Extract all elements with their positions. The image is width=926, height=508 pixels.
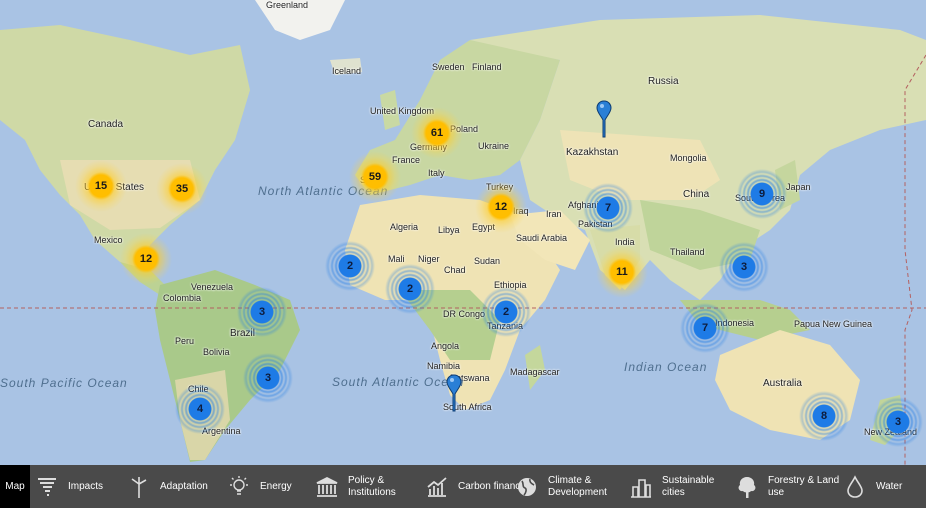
- marker-cluster[interactable]: 3: [718, 241, 770, 293]
- institution-icon: [314, 474, 340, 500]
- toolbar-item-label: Impacts: [68, 480, 104, 492]
- toolbar-item-finance-chart[interactable]: Carbon finance: [424, 465, 526, 508]
- cluster-count: 61: [430, 127, 444, 139]
- toolbar-item-label: Sustainable cities: [662, 474, 715, 498]
- finance-chart-icon: [424, 474, 450, 500]
- wind-turbine-icon: [126, 474, 152, 500]
- toolbar-item-label: Climate & Development: [548, 474, 607, 498]
- water-drop-icon: [842, 474, 868, 500]
- toolbar-item-city[interactable]: Sustainable cities: [628, 465, 734, 508]
- category-toolbar: Map Impacts Adaptation Energy Policy & Insti…: [0, 465, 926, 508]
- tree-icon: [734, 474, 760, 500]
- cluster-count: 12: [494, 201, 508, 213]
- cluster-count: 2: [502, 306, 510, 318]
- toolbar-item-label: Map: [5, 480, 25, 492]
- toolbar-item-tornado[interactable]: Impacts: [34, 465, 103, 508]
- marker-cluster[interactable]: 12: [120, 233, 172, 285]
- tornado-icon: [34, 474, 60, 500]
- cluster-count: 15: [94, 180, 108, 192]
- cluster-count: 3: [740, 261, 748, 273]
- globe-icon: [514, 474, 540, 500]
- marker-cluster[interactable]: 3: [872, 396, 924, 448]
- cluster-count: 2: [406, 283, 414, 295]
- cluster-count: 3: [264, 372, 272, 384]
- toolbar-item-label: Forestry & Land use: [768, 474, 840, 498]
- marker-cluster[interactable]: 3: [242, 352, 294, 404]
- marker-cluster[interactable]: 2: [384, 263, 436, 315]
- map-pin-icon[interactable]: [446, 374, 462, 412]
- cluster-count: 4: [196, 403, 204, 415]
- lightbulb-icon: [226, 474, 252, 500]
- world-map[interactable]: Greenland Iceland Sweden Finland Russia Unite…: [0, 0, 926, 465]
- cluster-count: 12: [139, 253, 153, 265]
- toolbar-item-water-drop[interactable]: Water: [842, 465, 902, 508]
- cluster-count: 7: [604, 202, 612, 214]
- map-tiles: [0, 0, 926, 465]
- marker-cluster[interactable]: 2: [480, 286, 532, 338]
- toolbar-item-institution[interactable]: Policy & Institutions: [314, 465, 420, 508]
- cluster-count: 59: [368, 171, 382, 183]
- toolbar-item-tree[interactable]: Forestry & Land use: [734, 465, 840, 508]
- marker-cluster[interactable]: 8: [798, 390, 850, 442]
- toolbar-item-label: Water: [876, 480, 903, 492]
- toolbar-item-globe[interactable]: Climate & Development: [514, 465, 620, 508]
- cluster-count: 3: [258, 306, 266, 318]
- marker-cluster[interactable]: 15: [75, 160, 127, 212]
- cluster-count: 2: [346, 260, 354, 272]
- city-icon: [628, 474, 654, 500]
- marker-cluster[interactable]: 12: [475, 181, 527, 233]
- marker-cluster[interactable]: 11: [596, 246, 648, 298]
- cluster-count: 8: [820, 410, 828, 422]
- marker-cluster[interactable]: 61: [411, 107, 463, 159]
- marker-cluster[interactable]: 3: [236, 286, 288, 338]
- cluster-count: 11: [616, 266, 628, 278]
- cluster-count: 35: [175, 183, 189, 195]
- toolbar-item-lightbulb[interactable]: Energy: [226, 465, 292, 508]
- marker-cluster[interactable]: 2: [324, 240, 376, 292]
- cluster-count: 9: [758, 188, 766, 200]
- marker-cluster[interactable]: 7: [582, 182, 634, 234]
- marker-cluster[interactable]: 35: [156, 163, 208, 215]
- toolbar-item-label: Energy: [260, 480, 292, 492]
- toolbar-item-wind-turbine[interactable]: Adaptation: [126, 465, 208, 508]
- marker-cluster[interactable]: 9: [736, 168, 788, 220]
- marker-cluster[interactable]: 59: [349, 151, 401, 203]
- toolbar-item-label: Policy & Institutions: [348, 474, 396, 498]
- cluster-count: 7: [701, 322, 709, 334]
- marker-cluster[interactable]: 4: [174, 383, 226, 435]
- toolbar-item-label: Adaptation: [160, 480, 208, 492]
- marker-cluster[interactable]: 7: [679, 302, 731, 354]
- cluster-count: 3: [894, 416, 902, 428]
- toolbar-item-map[interactable]: Map: [0, 465, 30, 508]
- map-pin-icon[interactable]: [596, 100, 612, 138]
